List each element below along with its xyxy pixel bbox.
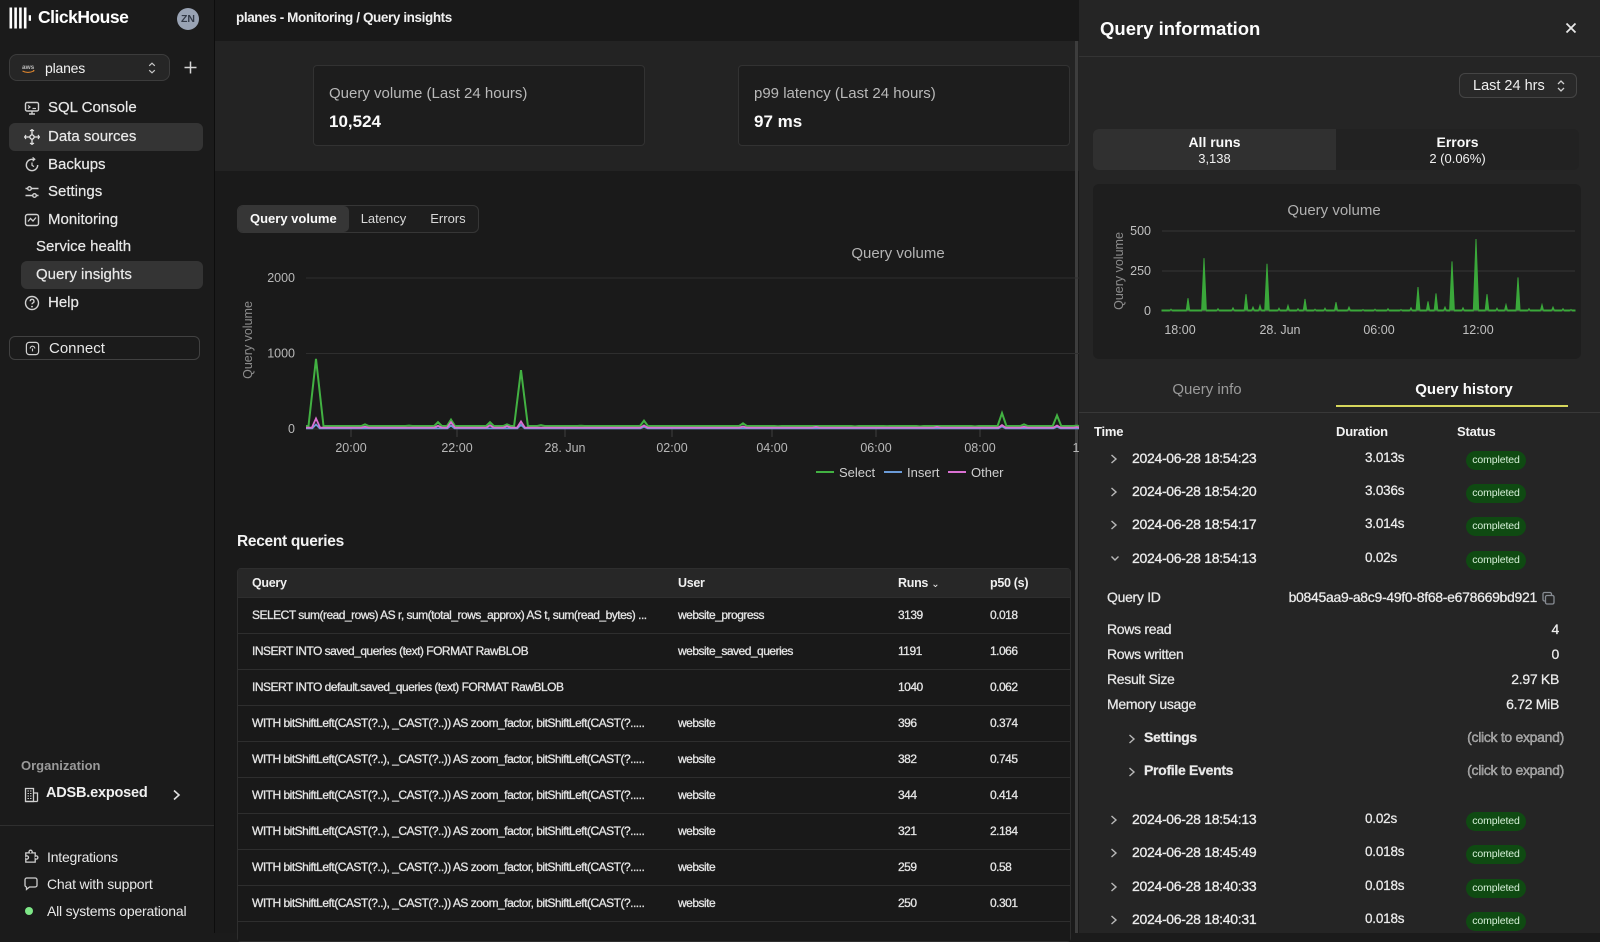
svg-text:Other: Other	[971, 465, 1004, 480]
svg-text:aws: aws	[22, 64, 35, 71]
svg-text:04:00: 04:00	[756, 441, 787, 455]
svg-text:2000: 2000	[267, 271, 295, 285]
svg-text:250: 250	[1130, 264, 1151, 278]
svg-text:Query volume: Query volume	[1112, 232, 1126, 310]
svg-text:28. Jun: 28. Jun	[1259, 323, 1300, 337]
svg-text:18:00: 18:00	[1164, 323, 1195, 337]
svg-text:06:00: 06:00	[1363, 323, 1394, 337]
svg-text:Query volume: Query volume	[851, 245, 944, 262]
svg-text:Query volume: Query volume	[1287, 202, 1380, 219]
svg-text:20:00: 20:00	[335, 441, 366, 455]
svg-text:0: 0	[1144, 304, 1151, 318]
svg-text:28. Jun: 28. Jun	[544, 441, 585, 455]
svg-text:0: 0	[288, 422, 295, 436]
svg-text:12:00: 12:00	[1462, 323, 1493, 337]
svg-text:08:00: 08:00	[964, 441, 995, 455]
svg-text:02:00: 02:00	[656, 441, 687, 455]
svg-text:Insert: Insert	[907, 465, 940, 480]
svg-text:1000: 1000	[267, 347, 295, 361]
svg-text:Query volume: Query volume	[241, 301, 255, 379]
svg-text:Select: Select	[839, 465, 876, 480]
svg-text:500: 500	[1130, 224, 1151, 238]
svg-text:06:00: 06:00	[860, 441, 891, 455]
svg-text:22:00: 22:00	[441, 441, 472, 455]
